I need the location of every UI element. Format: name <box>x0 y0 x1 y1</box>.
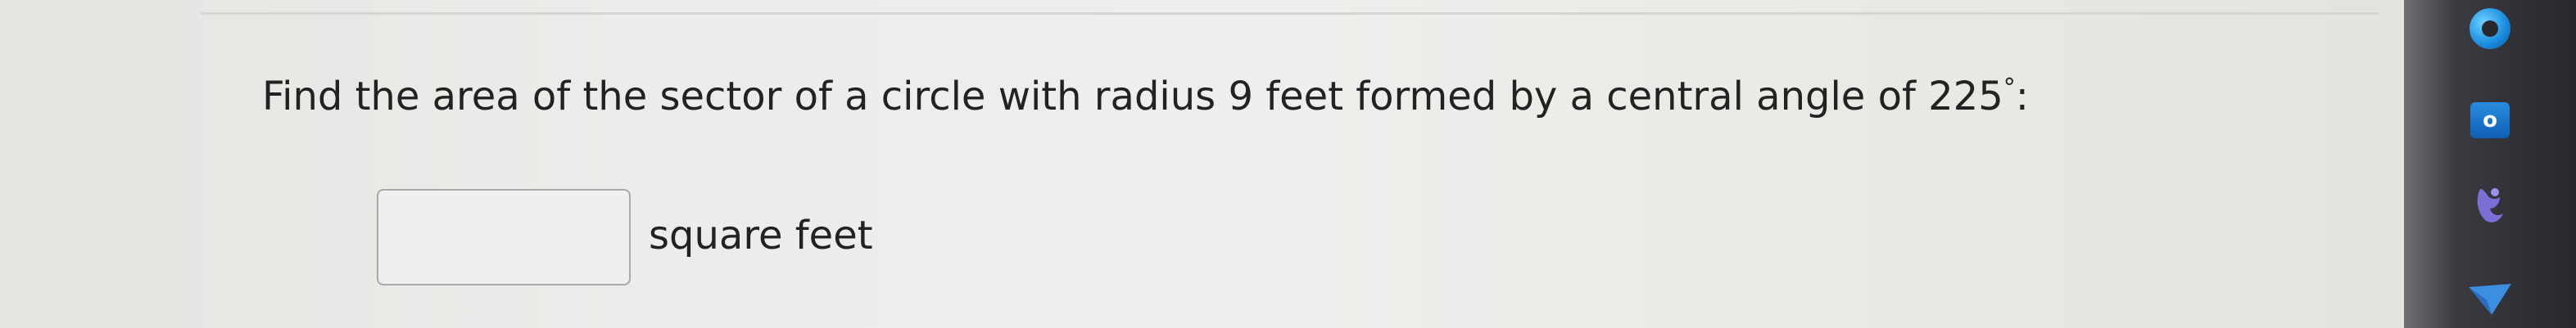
teams-icon[interactable] <box>2474 184 2506 227</box>
send-arrow-icon[interactable] <box>2467 282 2513 318</box>
question-text: Find the area of the sector of a circle … <box>262 74 2029 119</box>
answer-input[interactable] <box>377 189 631 285</box>
question-suffix: : <box>2015 74 2029 119</box>
outlook-icon-letter: o <box>2483 108 2497 133</box>
edge-icon-center <box>2482 20 2498 37</box>
top-divider <box>201 12 2379 15</box>
outlook-icon[interactable]: o <box>2470 102 2510 138</box>
taskbar: o <box>2404 0 2576 328</box>
degree-symbol: ° <box>2003 74 2016 102</box>
units-label: square feet <box>649 213 873 258</box>
edge-icon[interactable] <box>2470 8 2510 49</box>
question-body: Find the area of the sector of a circle … <box>262 74 2003 119</box>
